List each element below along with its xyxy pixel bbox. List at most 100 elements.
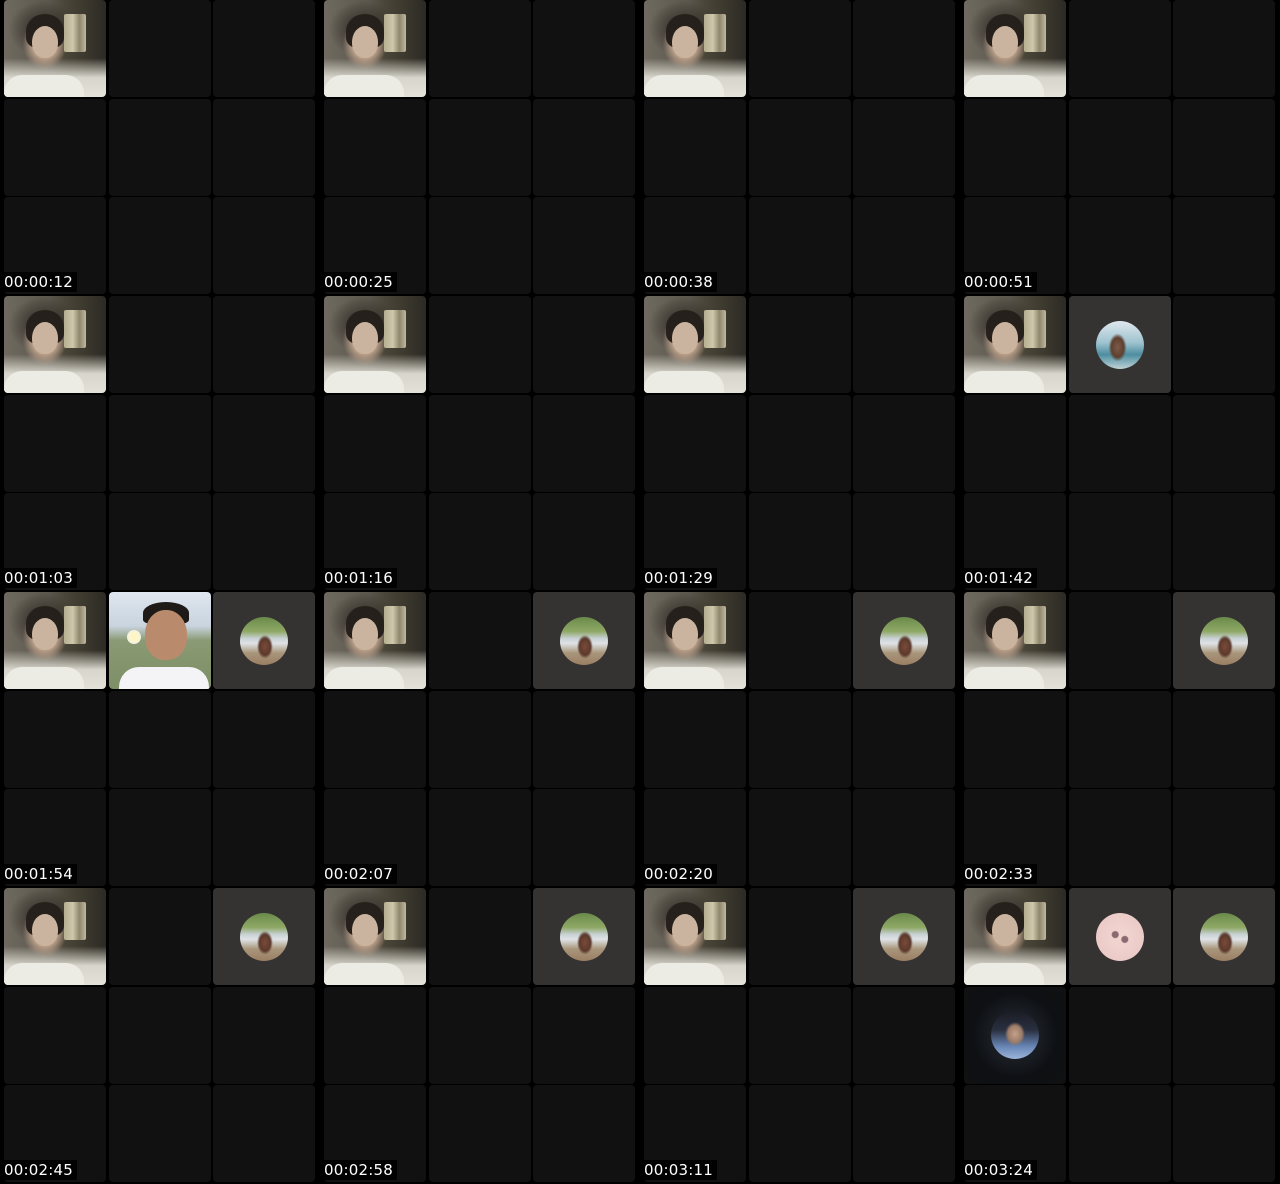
video-face: [672, 322, 698, 354]
video-call-frame: 00:02:58: [320, 888, 635, 1182]
frame-timestamp: 00:00:38: [640, 272, 717, 292]
frame-timestamp: 00:02:45: [0, 1160, 77, 1180]
empty-tile: [748, 394, 851, 492]
empty-tile: [213, 197, 315, 294]
video-shirt: [4, 371, 84, 393]
frame-timestamp: 00:00:12: [0, 272, 77, 292]
empty-tile: [644, 394, 746, 492]
video-call-frame: 00:02:33: [960, 592, 1275, 886]
frame-timestamp: 00:01:42: [960, 568, 1037, 588]
empty-tile: [853, 493, 955, 590]
empty-tile: [1068, 0, 1171, 97]
video-window: [384, 14, 406, 52]
participant-video-tile: [4, 592, 106, 689]
video-window: [64, 310, 86, 348]
participant-video-tile: [4, 296, 106, 393]
frame-timestamp: 00:01:54: [0, 864, 77, 884]
video-face: [32, 914, 58, 946]
empty-tile: [213, 1085, 315, 1182]
frame-timestamp: 00:01:16: [320, 568, 397, 588]
video-call-frame: 00:00:51: [960, 0, 1275, 294]
empty-tile: [964, 98, 1066, 196]
participant-video-tile: [964, 296, 1066, 393]
video-shirt: [324, 75, 404, 97]
empty-tile: [748, 296, 851, 393]
empty-tile: [1173, 986, 1275, 1084]
participant-video-tile: [964, 592, 1066, 689]
frame-timestamp: 00:03:24: [960, 1160, 1037, 1180]
video-shirt: [324, 963, 404, 985]
empty-tile: [1068, 1085, 1171, 1182]
empty-tile: [533, 493, 635, 590]
video-shirt: [644, 667, 724, 689]
empty-tile: [428, 296, 531, 393]
participant-avatar-tile: [1068, 888, 1171, 985]
empty-tile: [644, 986, 746, 1084]
video-call-frame: 00:01:16: [320, 296, 635, 590]
empty-tile: [324, 986, 426, 1084]
empty-tile: [853, 98, 955, 196]
empty-tile: [1173, 394, 1275, 492]
empty-tile: [428, 789, 531, 886]
empty-tile: [964, 690, 1066, 788]
participant-avatar-tile: [1173, 888, 1275, 985]
empty-tile: [533, 690, 635, 788]
video-shirt: [964, 667, 1044, 689]
empty-tile: [428, 197, 531, 294]
empty-tile: [748, 0, 851, 97]
video-face: [672, 914, 698, 946]
video-shirt: [964, 75, 1044, 97]
profile-avatar: [880, 912, 928, 961]
participant-avatar-tile: [964, 986, 1066, 1084]
empty-tile: [748, 789, 851, 886]
empty-tile: [213, 296, 315, 393]
frame-timestamp: 00:02:33: [960, 864, 1037, 884]
empty-tile: [108, 1085, 211, 1182]
empty-tile: [1068, 789, 1171, 886]
empty-tile: [533, 789, 635, 886]
empty-tile: [964, 394, 1066, 492]
empty-tile: [428, 592, 531, 689]
empty-tile: [213, 394, 315, 492]
participant-avatar-tile: [853, 888, 955, 985]
profile-avatar: [1095, 912, 1144, 961]
empty-tile: [4, 394, 106, 492]
profile-avatar: [240, 912, 288, 961]
profile-avatar: [560, 912, 608, 961]
empty-tile: [1173, 1085, 1275, 1182]
empty-tile: [533, 1085, 635, 1182]
frame-timestamp: 00:01:03: [0, 568, 77, 588]
video-window: [64, 606, 86, 644]
video-call-frame: 00:03:11: [640, 888, 955, 1182]
video-face: [144, 610, 187, 660]
empty-tile: [748, 888, 851, 985]
empty-tile: [428, 986, 531, 1084]
empty-tile: [108, 986, 211, 1084]
profile-avatar: [991, 1011, 1039, 1059]
participant-video-tile: [964, 0, 1066, 97]
empty-tile: [324, 394, 426, 492]
empty-tile: [533, 197, 635, 294]
video-face: [32, 322, 58, 354]
video-shirt: [644, 75, 724, 97]
frame-timestamp: 00:00:51: [960, 272, 1037, 292]
video-window: [1024, 606, 1046, 644]
video-window: [384, 606, 406, 644]
empty-tile: [748, 197, 851, 294]
empty-tile: [1173, 197, 1275, 294]
empty-tile: [428, 98, 531, 196]
empty-tile: [108, 98, 211, 196]
participant-video-tile: [644, 0, 746, 97]
video-window: [704, 310, 726, 348]
empty-tile: [1068, 690, 1171, 788]
empty-tile: [213, 986, 315, 1084]
empty-tile: [853, 986, 955, 1084]
video-window: [1024, 310, 1046, 348]
video-shirt: [4, 75, 84, 97]
empty-tile: [108, 197, 211, 294]
empty-tile: [108, 690, 211, 788]
video-call-frame: 00:01:42: [960, 296, 1275, 590]
video-call-frame: 00:01:54: [0, 592, 315, 886]
video-window: [1024, 902, 1046, 940]
participant-avatar-tile: [213, 888, 315, 985]
